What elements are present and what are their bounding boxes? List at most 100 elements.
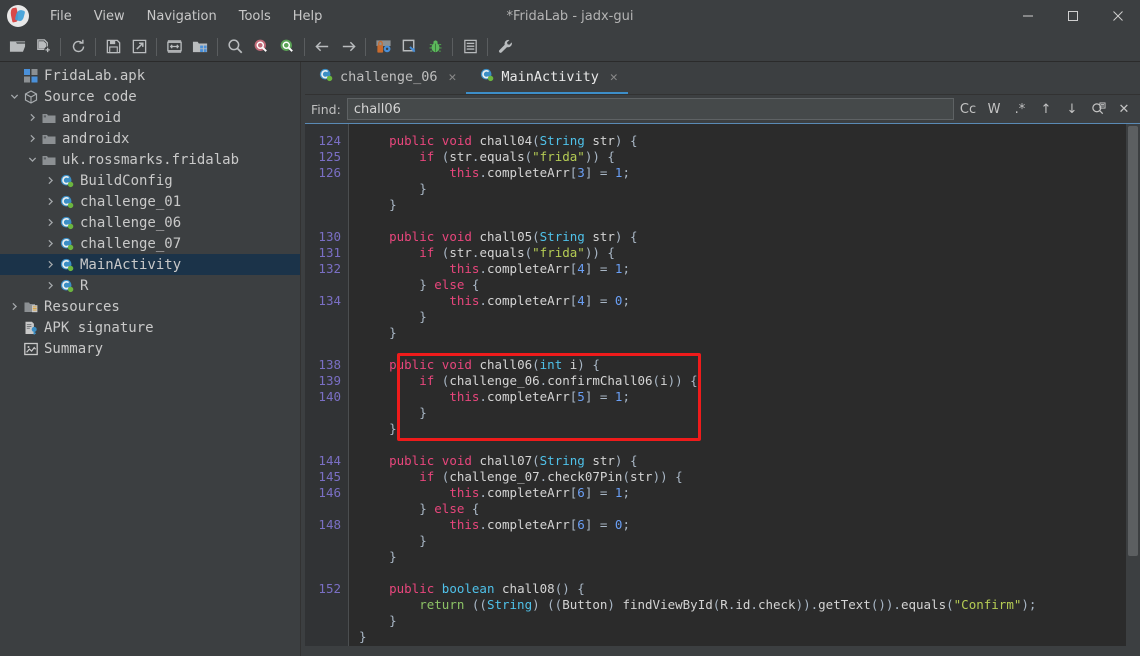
- menu-tools[interactable]: Tools: [228, 5, 282, 28]
- code-line[interactable]: [359, 341, 1140, 357]
- tab-mainactivity[interactable]: MainActivity ✕: [466, 62, 628, 94]
- regex-button[interactable]: .*: [1008, 98, 1032, 120]
- maximize-button[interactable]: [1050, 0, 1095, 32]
- line-number: 140: [318, 389, 341, 404]
- open-file-icon[interactable]: [4, 34, 30, 60]
- code-line[interactable]: if (str.equals("frida")) {: [359, 245, 1140, 261]
- code-line[interactable]: public void chall07(String str) {: [359, 453, 1140, 469]
- code-line[interactable]: }: [359, 629, 1140, 645]
- save-all-icon[interactable]: [100, 34, 126, 60]
- tree-item-challenge-07[interactable]: challenge_07: [0, 233, 300, 254]
- tree-item-mainactivity[interactable]: MainActivity: [0, 254, 300, 275]
- tree-item-apk-signature[interactable]: APK signature: [0, 317, 300, 338]
- code-line[interactable]: this.completeArr[4] = 0;: [359, 293, 1140, 309]
- code-line[interactable]: } else {: [359, 501, 1140, 517]
- minimize-button[interactable]: [1005, 0, 1050, 32]
- code-line[interactable]: public void chall04(String str) {: [359, 133, 1140, 149]
- code-line[interactable]: public boolean chall08() {: [359, 581, 1140, 597]
- code-line[interactable]: public void chall05(String str) {: [359, 229, 1140, 245]
- code-line[interactable]: } else {: [359, 277, 1140, 293]
- debugger-icon[interactable]: [422, 34, 448, 60]
- code-line[interactable]: }: [359, 325, 1140, 341]
- find-previous-button[interactable]: ↑: [1034, 98, 1058, 120]
- chevron-right-icon[interactable]: [24, 113, 40, 122]
- flat-packages-icon[interactable]: [187, 34, 213, 60]
- close-find-button[interactable]: ✕: [1112, 98, 1136, 120]
- tree-item-uk-rossmarks-fridalab[interactable]: uk.rossmarks.fridalab: [0, 149, 300, 170]
- chevron-right-icon[interactable]: [42, 239, 58, 248]
- deobfuscation-icon[interactable]: [370, 34, 396, 60]
- code-line[interactable]: [359, 565, 1140, 581]
- code-line[interactable]: this.completeArr[4] = 1;: [359, 261, 1140, 277]
- code-line[interactable]: this.completeArr[5] = 1;: [359, 389, 1140, 405]
- tree-item-challenge-06[interactable]: challenge_06: [0, 212, 300, 233]
- find-next-button[interactable]: ↓: [1060, 98, 1084, 120]
- code-line[interactable]: if (challenge_07.check07Pin(str)) {: [359, 469, 1140, 485]
- code-line[interactable]: [359, 437, 1140, 453]
- preferences-icon[interactable]: [492, 34, 518, 60]
- tree-item-androidx[interactable]: androidx: [0, 128, 300, 149]
- code-line[interactable]: }: [359, 421, 1140, 437]
- tab-close-button[interactable]: ✕: [449, 70, 457, 85]
- chevron-right-icon[interactable]: [42, 176, 58, 185]
- project-tree[interactable]: FridaLab.apk Source code android androidx uk…: [0, 62, 300, 656]
- tree-item-android[interactable]: android: [0, 107, 300, 128]
- tree-item-buildconfig[interactable]: BuildConfig: [0, 170, 300, 191]
- editor-vertical-scrollbar[interactable]: [1126, 124, 1140, 646]
- tree-item-challenge-01[interactable]: challenge_01: [0, 191, 300, 212]
- code-line[interactable]: this.completeArr[6] = 0;: [359, 517, 1140, 533]
- quark-icon[interactable]: [396, 34, 422, 60]
- match-case-button[interactable]: Cc: [956, 98, 980, 120]
- menu-help[interactable]: Help: [282, 5, 334, 28]
- code-line[interactable]: }: [359, 181, 1140, 197]
- chevron-down-icon[interactable]: [24, 155, 40, 164]
- code-line[interactable]: public void chall06(int i) {: [359, 357, 1140, 373]
- add-files-icon[interactable]: [30, 34, 56, 60]
- tree-item-summary[interactable]: Summary: [0, 338, 300, 359]
- menu-view[interactable]: View: [83, 5, 136, 28]
- tree-item-resources[interactable]: Resources: [0, 296, 300, 317]
- menu-file[interactable]: File: [39, 5, 83, 28]
- code-line[interactable]: return ((String) ((Button) findViewById(…: [359, 597, 1140, 613]
- search-method-icon[interactable]: [274, 34, 300, 60]
- tree-item-r[interactable]: R: [0, 275, 300, 296]
- tree-item-fridalab-apk[interactable]: FridaLab.apk: [0, 65, 300, 86]
- search-all-icon[interactable]: [1086, 98, 1110, 120]
- code-view[interactable]: 124 125 126 130 131 132 134 138 139 140 144 145…: [305, 124, 1140, 646]
- tab-close-button[interactable]: ✕: [610, 70, 618, 85]
- logs-icon[interactable]: [457, 34, 483, 60]
- chevron-right-icon[interactable]: [42, 260, 58, 269]
- code-line[interactable]: }: [359, 197, 1140, 213]
- menu-navigation[interactable]: Navigation: [136, 5, 228, 28]
- code-line[interactable]: }: [359, 613, 1140, 629]
- reload-icon[interactable]: [65, 34, 91, 60]
- code-line[interactable]: this.completeArr[3] = 1;: [359, 165, 1140, 181]
- tab-challenge-06[interactable]: challenge_06 ✕: [305, 62, 466, 94]
- scrollbar-thumb[interactable]: [1128, 126, 1138, 556]
- back-icon[interactable]: [309, 34, 335, 60]
- code-line[interactable]: [359, 213, 1140, 229]
- code-line[interactable]: if (challenge_06.confirmChall06(i)) {: [359, 373, 1140, 389]
- chevron-right-icon[interactable]: [42, 218, 58, 227]
- search-class-icon[interactable]: [248, 34, 274, 60]
- code-line[interactable]: if (str.equals("frida")) {: [359, 149, 1140, 165]
- close-button[interactable]: [1095, 0, 1140, 32]
- code-line[interactable]: }: [359, 405, 1140, 421]
- chevron-down-icon[interactable]: [6, 92, 22, 101]
- forward-icon[interactable]: [335, 34, 361, 60]
- chevron-right-icon[interactable]: [6, 302, 22, 311]
- sync-with-tree-icon[interactable]: [161, 34, 187, 60]
- find-input[interactable]: [346, 98, 954, 120]
- whole-word-button[interactable]: W: [982, 98, 1006, 120]
- code-line[interactable]: this.completeArr[6] = 1;: [359, 485, 1140, 501]
- code-line[interactable]: }: [359, 533, 1140, 549]
- search-icon[interactable]: [222, 34, 248, 60]
- tree-item-source-code[interactable]: Source code: [0, 86, 300, 107]
- code-line[interactable]: }: [359, 309, 1140, 325]
- export-gradle-icon[interactable]: [126, 34, 152, 60]
- code-line[interactable]: }: [359, 549, 1140, 565]
- chevron-right-icon[interactable]: [42, 197, 58, 206]
- code-content[interactable]: public void chall04(String str) { if (st…: [349, 124, 1140, 646]
- chevron-right-icon[interactable]: [42, 281, 58, 290]
- chevron-right-icon[interactable]: [24, 134, 40, 143]
